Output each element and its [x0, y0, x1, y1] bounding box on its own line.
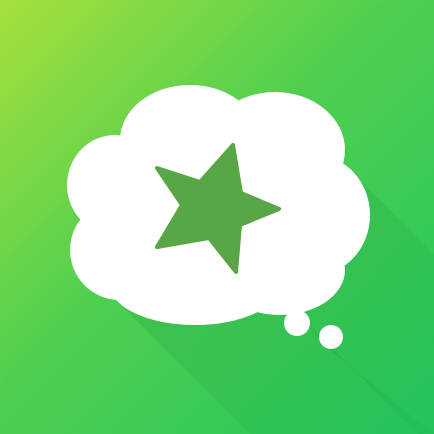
thought-dot-large — [284, 310, 310, 336]
thought-dot-small — [319, 325, 343, 349]
thought-bubble-star-icon — [0, 0, 434, 434]
app-icon[interactable] — [0, 0, 434, 434]
